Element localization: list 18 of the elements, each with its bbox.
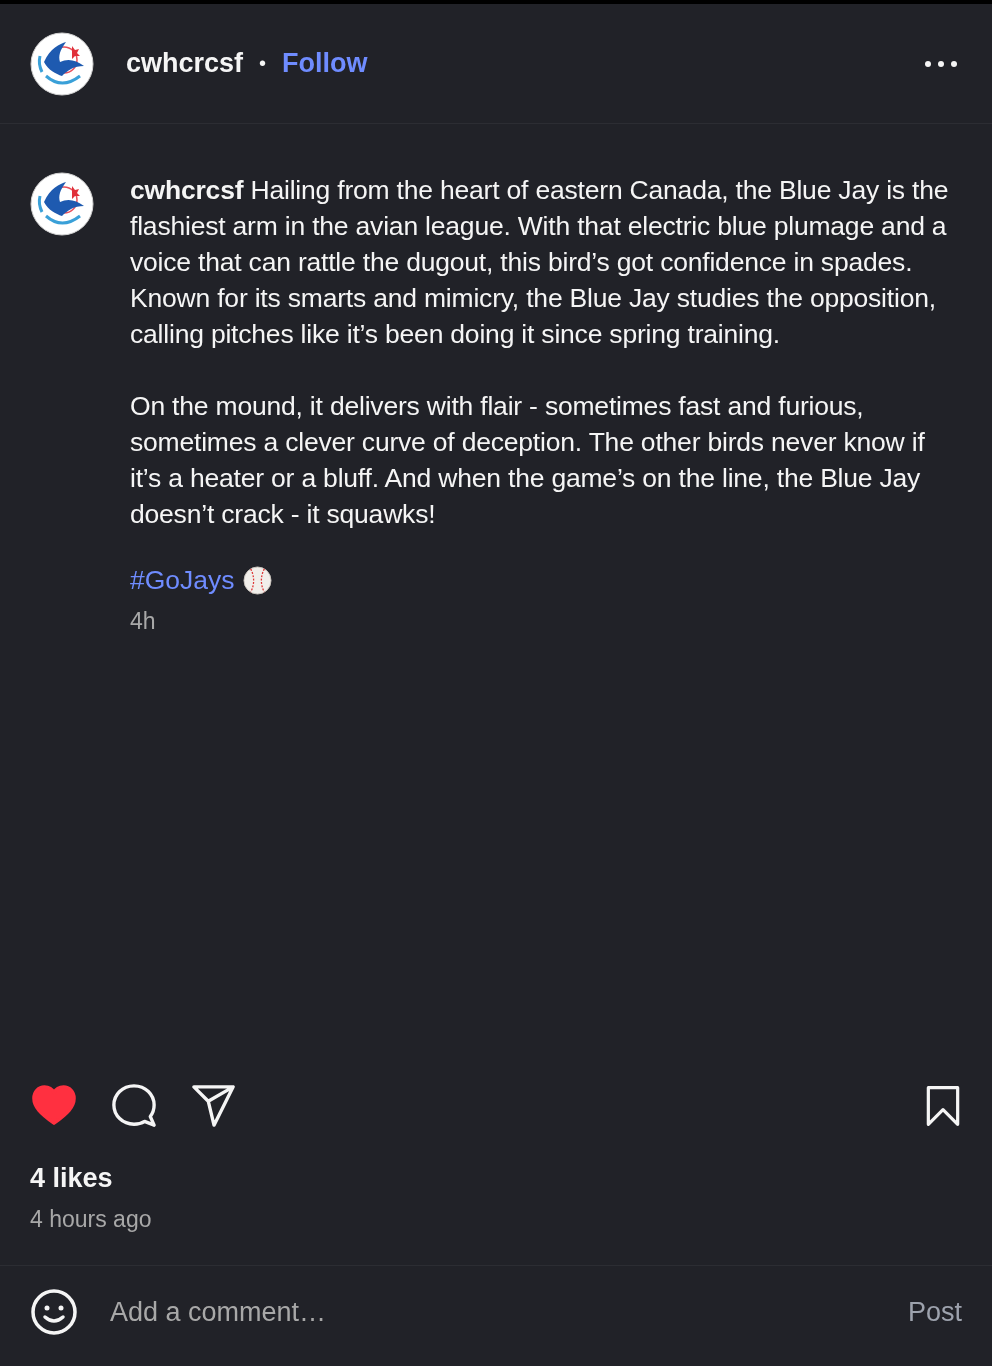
bookmark-icon[interactable] (924, 1084, 962, 1128)
hashtag-link[interactable]: #GoJays (130, 562, 235, 598)
more-options-icon[interactable] (924, 59, 958, 68)
comment-icon[interactable] (110, 1083, 158, 1129)
follow-button[interactable]: Follow (282, 48, 368, 79)
caption-text: cwhcrcsf Hailing from the heart of eastern Canada, the Blue Jay is the flashiest arm in the avian league. With that electric blue plumage and a voice that can rattle the dugout, this bird’s got confidence in spades. Known for its smarts and mimicry, the Blue Jay studies the opposition, calling pitches like it’s been doing it since spring training. (130, 174, 950, 351)
post-date: 4 hours ago (29, 1205, 153, 1233)
avatar-icon[interactable] (30, 31, 94, 96)
smiley-icon[interactable] (30, 1288, 78, 1336)
username[interactable]: cwhcrcsf (126, 48, 244, 79)
send-icon[interactable] (190, 1083, 238, 1129)
avatar-icon[interactable] (30, 172, 94, 236)
caption-text: On the mound, it delivers with flair - sometimes fast and furious, sometimes a clever curve of deception. The other birds never know if it’s a heater or a bluff. And when the game’s on the line, the Blue Jay doesn’t crack - it squawks! (130, 390, 926, 531)
separator-dot: • (259, 52, 267, 75)
post-time: 4h (130, 608, 156, 635)
comment-field[interactable]: Add a comment… (110, 1292, 876, 1332)
baseball-icon (242, 565, 272, 595)
likes-count[interactable]: 4 likes (0, 1129, 143, 1194)
